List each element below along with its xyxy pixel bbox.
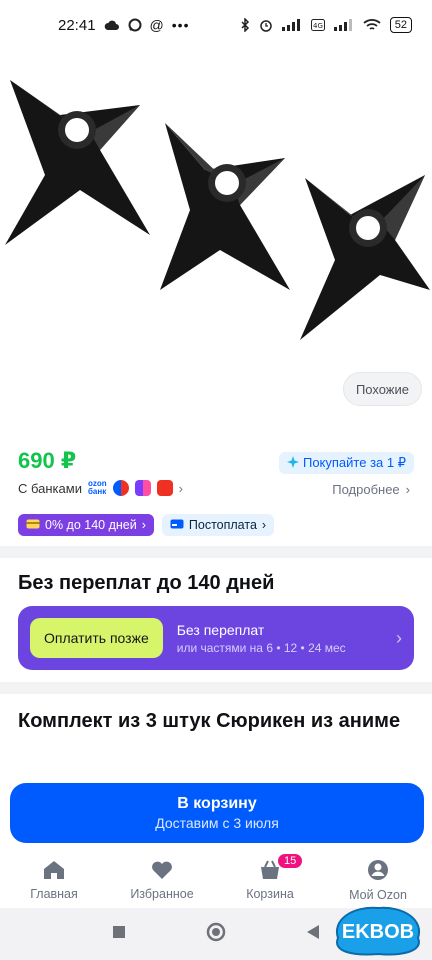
status-bar: 22:41 @ ••• 4G 52 [0,0,432,50]
chevron-right-icon: › [396,627,402,648]
bank-logo-3-icon [156,480,173,496]
volte-icon: 4G [310,19,325,31]
at-icon: @ [149,17,164,33]
cart-button-label: В корзину [177,795,257,812]
pay-later-banner[interactable]: Оплатить позже Без переплат или частями … [18,606,414,670]
payment-chips: 0% до 140 дней › Постоплата › [18,514,275,536]
wifi-icon [363,18,381,32]
nav-label-favorites: Избранное [130,886,194,901]
postpay-chip-label: Постоплата [188,518,257,532]
recents-button[interactable] [112,925,126,944]
nav-label-home: Главная [30,886,78,901]
heart-icon [151,860,173,883]
cart-count-badge: 15 [278,854,303,868]
home-icon [43,860,65,883]
postpay-icon [170,518,184,532]
bank-logo-2-icon [134,480,151,496]
chevron-right-icon: › [178,480,183,496]
ozon-bank-logo: ozon банк [88,480,107,496]
card-icon [26,518,40,532]
postpay-chip[interactable]: Постоплата › [161,514,275,536]
nav-item-home[interactable]: Главная [0,852,108,908]
installment-chip-label: 0% до 140 дней [45,518,137,532]
more-label: Подробнее [332,482,400,497]
add-to-cart-button[interactable]: В корзину Доставим с 3 июля [10,783,424,843]
chevron-right-icon: › [141,518,146,532]
svg-text:4G: 4G [313,22,323,30]
back-button[interactable] [306,924,320,945]
chevron-right-icon: › [405,482,410,497]
signal-icon [281,19,302,31]
product-price: 690 ₽ [18,448,77,473]
home-button[interactable] [206,922,226,947]
nav-item-favorites[interactable]: Избранное [108,852,216,908]
product-title: Комплект из 3 штук Сюрикен из аниме [18,710,401,732]
signal-2-icon [333,19,354,31]
divider [0,682,432,694]
sparkle-icon [286,455,299,471]
bank-logo-1-icon [112,480,129,496]
shuriken-image-1 [5,80,150,245]
with-banks-label: С банками [18,480,82,496]
divider [0,546,432,558]
bank-offers-row[interactable]: С банками ozon банк › [18,480,183,496]
ozon-bank-line2: банк [87,487,107,496]
shuriken-image-2 [160,123,290,290]
chat-icon [128,18,142,32]
product-image[interactable] [0,50,432,420]
no-overpay-title: Без переплат [176,621,265,638]
delivery-date: Доставим с 3 июля [155,815,279,831]
buy-for-label: Покупайте за 1 ₽ [302,455,406,470]
battery-indicator: 52 [389,17,412,33]
clock: 22:41 [58,16,96,34]
nav-label-cart: Корзина [246,886,294,901]
nav-item-cart[interactable]: 15 Корзина [216,852,324,908]
chevron-right-icon: › [261,518,267,532]
installment-title: Без переплат до 140 дней [18,572,275,594]
more-details-link[interactable]: Подробнее › [332,482,410,497]
pay-later-button[interactable]: Оплатить позже [30,618,163,658]
similar-button[interactable]: Похожие [342,372,422,406]
watermark-logo: EKBOB [335,906,421,956]
more-dots-icon: ••• [171,17,190,33]
alarm-icon [259,18,273,32]
watermark-text: EKBOB [342,921,414,943]
cloud-icon [104,19,120,31]
bluetooth-icon [240,18,250,32]
buy-for-1-rub-badge[interactable]: Покупайте за 1 ₽ [278,452,414,474]
installment-chip[interactable]: 0% до 140 дней › [18,514,154,536]
no-overpay-subtitle: или частями на 6 • 12 • 24 мес [176,640,346,655]
profile-icon [367,859,389,884]
shuriken-image-3 [300,175,430,340]
